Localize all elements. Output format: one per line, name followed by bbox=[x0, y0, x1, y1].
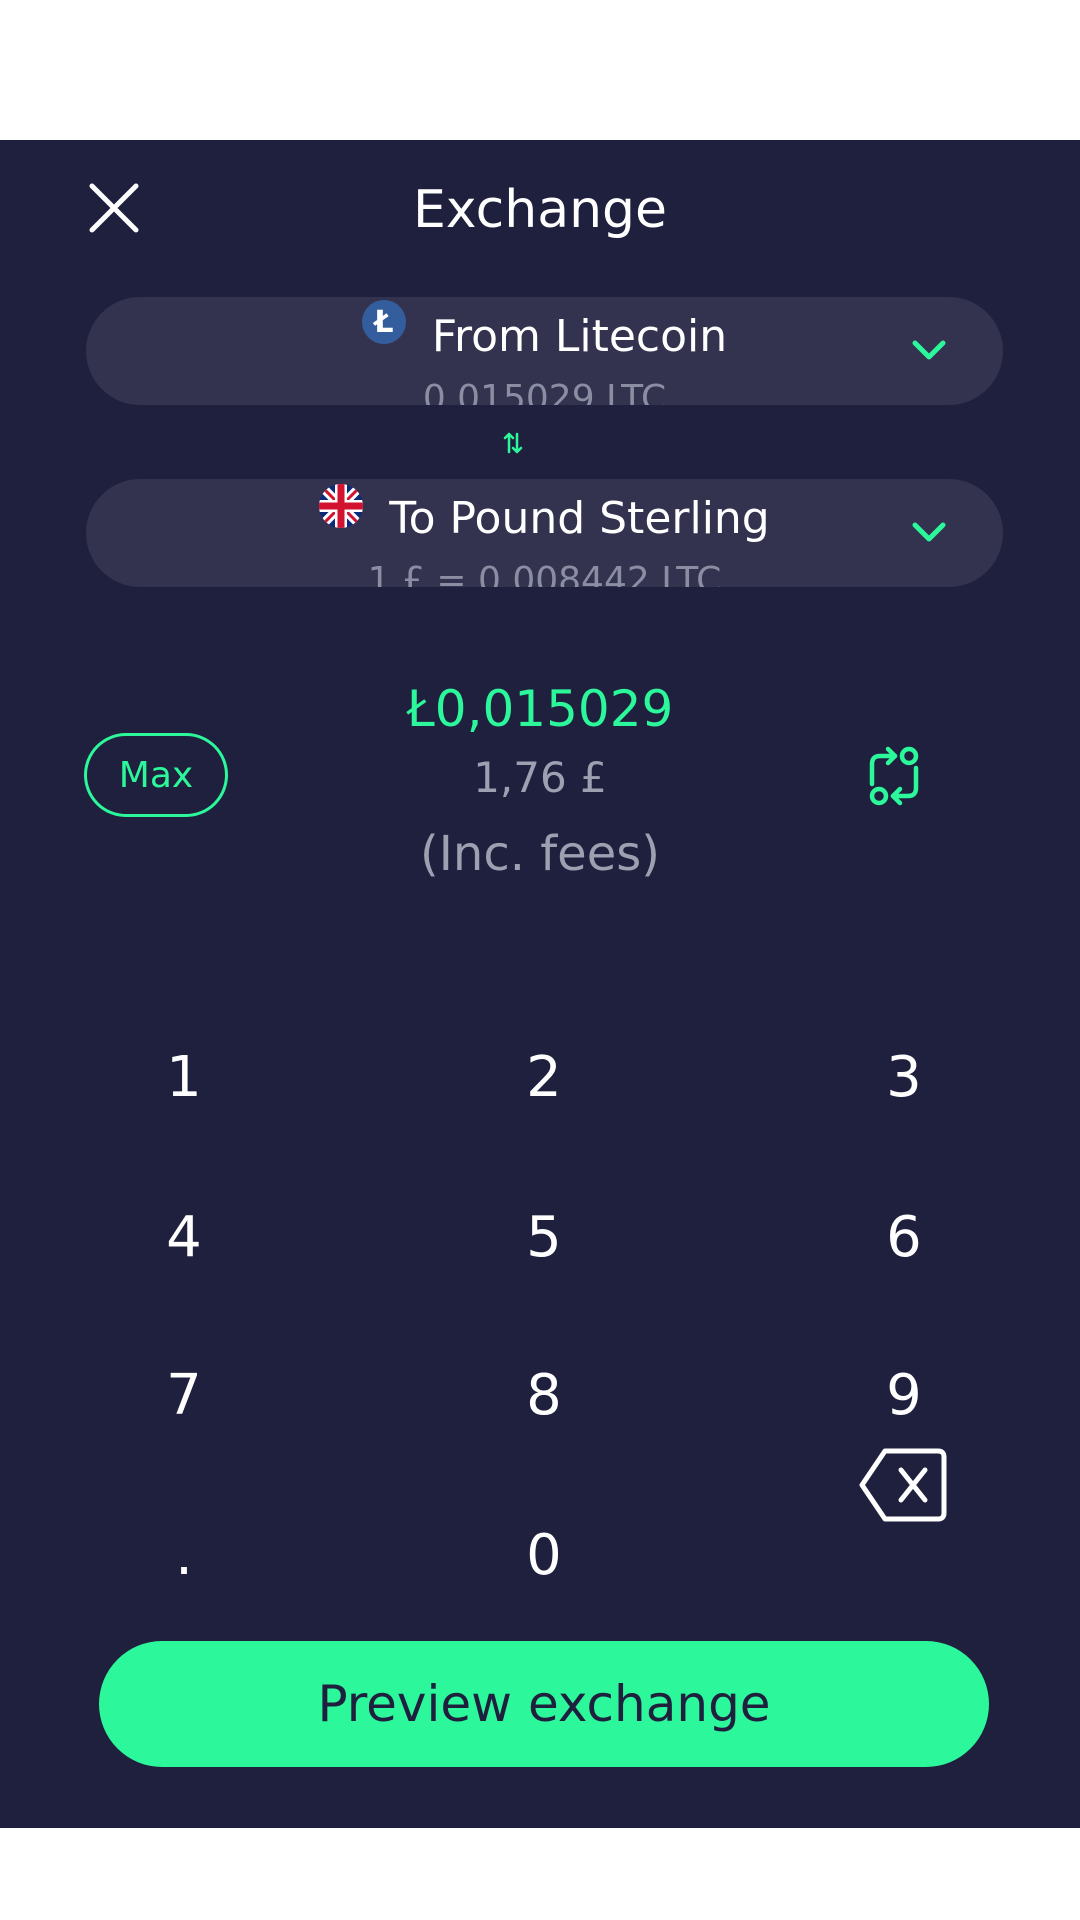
chevron-down-icon bbox=[912, 522, 946, 542]
keypad-key-9[interactable]: 9 bbox=[804, 1335, 1004, 1455]
keypad-key-4[interactable]: 4 bbox=[84, 1177, 284, 1297]
exchange-rate: 1 £ = 0.008442 LTC bbox=[367, 560, 722, 587]
from-currency-selector[interactable]: Ł From Litecoin 0.015029 LTC bbox=[86, 297, 1003, 405]
keypad-key-3[interactable]: 3 bbox=[804, 1017, 1004, 1137]
keypad-key-7[interactable]: 7 bbox=[84, 1335, 284, 1455]
litecoin-logo: Ł bbox=[361, 300, 406, 344]
convert-currency-icon[interactable] bbox=[862, 744, 926, 808]
preview-exchange-button[interactable]: Preview exchange bbox=[99, 1641, 989, 1767]
keypad-key-decimal[interactable]: . bbox=[84, 1495, 284, 1615]
max-button[interactable]: Max bbox=[84, 733, 228, 817]
keypad-key-6[interactable]: 6 bbox=[804, 1177, 1004, 1297]
swap-vertical-icon[interactable] bbox=[502, 431, 524, 455]
from-balance: 0.015029 LTC bbox=[422, 378, 667, 405]
backspace-icon[interactable] bbox=[858, 1447, 948, 1523]
keypad-key-2[interactable]: 2 bbox=[444, 1017, 644, 1137]
exchange-screen: Exchange Ł From Litecoin 0.015029 LTC To… bbox=[0, 140, 1080, 1828]
from-currency-label: From Litecoin bbox=[431, 311, 728, 362]
keypad-key-8[interactable]: 8 bbox=[444, 1335, 644, 1455]
keypad-key-1[interactable]: 1 bbox=[84, 1017, 284, 1137]
to-currency-selector[interactable]: To Pound Sterling 1 £ = 0.008442 LTC bbox=[86, 479, 1003, 587]
fees-note: (Inc. fees) bbox=[420, 826, 660, 882]
uk-flag-icon bbox=[319, 484, 364, 528]
keypad-key-5[interactable]: 5 bbox=[444, 1177, 644, 1297]
page-title: Exchange bbox=[412, 180, 668, 240]
to-currency-label: To Pound Sterling bbox=[389, 493, 770, 544]
keypad-key-0[interactable]: 0 bbox=[444, 1495, 644, 1615]
chevron-down-icon bbox=[912, 340, 946, 360]
